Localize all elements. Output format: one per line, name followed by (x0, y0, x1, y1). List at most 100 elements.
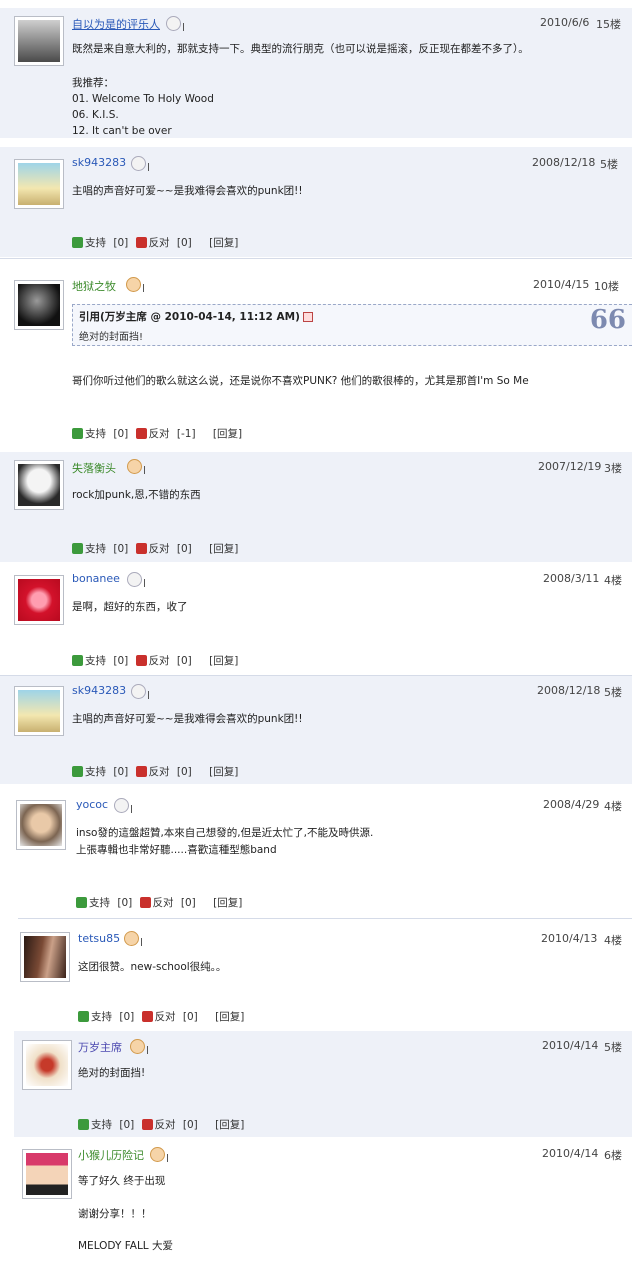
avatar[interactable] (14, 159, 64, 209)
username-link[interactable]: yococ (76, 798, 108, 811)
support-button[interactable]: 支持 (72, 764, 106, 779)
support-button[interactable]: 支持 (78, 1117, 112, 1132)
oppose-label: 反对 (148, 237, 170, 249)
username-link[interactable]: tetsu85 (78, 932, 120, 945)
online-status-icon (131, 684, 149, 699)
quote-title-text: 引用(万岁主席 @ 2010-04-14, 11:12 AM) (79, 311, 300, 323)
expand-icon[interactable] (302, 312, 313, 322)
support-label: 支持 (85, 766, 106, 778)
post-line: 哥们你听过他们的歌么就这么说，还是说你不喜欢PUNK? 他们的歌很棒的，尤其是那… (72, 375, 529, 387)
quote-title: 引用(万岁主席 @ 2010-04-14, 11:12 AM) (79, 309, 313, 324)
reply-link[interactable]: [回复] (209, 764, 238, 779)
online-status-icon (127, 459, 145, 474)
post-line: 既然是来自意大利的，那就支持一下。典型的流行朋克（也可以说是摇滚，反正现在都差不… (72, 43, 529, 55)
support-icon (72, 655, 83, 666)
support-button[interactable]: 支持 (78, 1009, 112, 1024)
floor-number: 5楼 (604, 1041, 622, 1054)
username-link[interactable]: 万岁主席 (78, 1039, 122, 1055)
reply-link[interactable]: [回复] (215, 1117, 244, 1132)
post-10: 地狱之牧 2010/4/15 10楼 引用(万岁主席 @ 2010-04-14,… (0, 268, 632, 448)
support-label: 支持 (85, 428, 106, 440)
support-label: 支持 (91, 1119, 112, 1131)
post-date: 2007/12/19 (538, 460, 602, 473)
username-link[interactable]: 失落衡头 (72, 460, 116, 476)
support-label: 支持 (85, 655, 106, 667)
online-status-icon (166, 16, 184, 31)
post-date: 2010/4/14 (542, 1039, 599, 1052)
avatar[interactable] (14, 16, 64, 66)
oppose-label: 反对 (152, 897, 174, 909)
post-4-yococ: yococ 2008/4/29 4楼 inso發的這盤超贊,本來自己想發的,但是… (0, 790, 632, 920)
oppose-label: 反对 (148, 543, 170, 555)
post-15: 自以为是的评乐人 2010/6/6 15楼 既然是来自意大利的，那就支持一下。典… (0, 8, 632, 138)
avatar[interactable] (14, 460, 64, 510)
username-link[interactable]: bonanee (72, 572, 120, 585)
floor-number: 3楼 (604, 462, 622, 475)
support-button[interactable]: 支持 (72, 426, 106, 441)
username-link[interactable]: 地狱之牧 (72, 278, 116, 294)
post-date: 2008/12/18 (537, 684, 601, 697)
avatar[interactable] (22, 1149, 72, 1199)
floor-number: 4楼 (604, 574, 622, 587)
reply-link[interactable]: [回复] (209, 235, 238, 250)
post-4: bonanee 2008/3/11 4楼 是啊，超好的东西，收了 支持 [0] … (0, 565, 632, 673)
post-line: 我推荐： (72, 77, 114, 89)
avatar[interactable] (22, 1040, 72, 1090)
reply-link[interactable]: [回复] (215, 1009, 244, 1024)
oppose-button[interactable]: 反对 (135, 653, 170, 668)
floor-number: 6楼 (604, 1149, 622, 1162)
reply-link[interactable]: [回复] (213, 895, 242, 910)
support-count: [0] (113, 427, 129, 440)
reply-link[interactable]: [回复] (209, 653, 238, 668)
username-link[interactable]: sk943283 (72, 156, 126, 169)
online-status-icon (127, 572, 145, 587)
oppose-count: [-1] (176, 427, 196, 440)
username-link[interactable]: sk943283 (72, 684, 126, 697)
vote-bar: 支持 [0] 反对 [0] [回复] (72, 235, 238, 249)
avatar[interactable] (16, 800, 66, 850)
oppose-button[interactable]: 反对 (139, 895, 174, 910)
oppose-label: 反对 (148, 655, 170, 667)
support-count: [0] (113, 654, 129, 667)
post-date: 2010/4/14 (542, 1147, 599, 1160)
post-6: 小猴儿历险记 2010/4/14 6楼 等了好久 终于出现 谢谢分享！！！ ME… (14, 1140, 632, 1287)
floor-number: 4楼 (604, 800, 622, 813)
oppose-icon (139, 897, 151, 908)
username-link[interactable]: 小猴儿历险记 (78, 1147, 144, 1163)
divider (0, 258, 632, 259)
oppose-button[interactable]: 反对 (135, 235, 170, 250)
oppose-button[interactable]: 反对 (135, 426, 170, 441)
support-count: [0] (119, 1010, 135, 1023)
oppose-icon (135, 766, 147, 777)
support-button[interactable]: 支持 (72, 235, 106, 250)
quote-block: 引用(万岁主席 @ 2010-04-14, 11:12 AM) 绝对的封面挡! … (72, 304, 632, 346)
post-date: 2010/6/6 (540, 16, 590, 29)
vote-bar: 支持 [0] 反对 [0] [回复] (76, 895, 242, 909)
username-link[interactable]: 自以为是的评乐人 (72, 16, 160, 32)
post-date: 2010/4/13 (541, 932, 598, 945)
support-button[interactable]: 支持 (72, 541, 106, 556)
support-icon (72, 543, 83, 554)
support-button[interactable]: 支持 (76, 895, 110, 910)
support-icon (76, 897, 87, 908)
oppose-button[interactable]: 反对 (141, 1009, 176, 1024)
oppose-icon (135, 655, 147, 666)
online-status-icon (124, 931, 142, 946)
oppose-button[interactable]: 反对 (135, 541, 170, 556)
avatar[interactable] (14, 280, 64, 330)
avatar[interactable] (20, 932, 70, 982)
reply-link[interactable]: [回复] (209, 541, 238, 556)
oppose-button[interactable]: 反对 (141, 1117, 176, 1132)
vote-bar: 支持 [0] 反对 [-1] [回复] (72, 426, 242, 440)
post-line: 是啊，超好的东西，收了 (72, 601, 188, 613)
post-line: MELODY FALL 大爱 (78, 1240, 173, 1252)
support-button[interactable]: 支持 (72, 653, 106, 668)
online-status-icon (150, 1147, 168, 1162)
post-line: 主唱的声音好可爱~~是我难得会喜欢的punk团!! (72, 185, 303, 197)
avatar[interactable] (14, 575, 64, 625)
support-icon (72, 428, 83, 439)
avatar[interactable] (14, 686, 64, 736)
oppose-button[interactable]: 反对 (135, 764, 170, 779)
reply-link[interactable]: [回复] (213, 426, 242, 441)
support-label: 支持 (85, 543, 106, 555)
